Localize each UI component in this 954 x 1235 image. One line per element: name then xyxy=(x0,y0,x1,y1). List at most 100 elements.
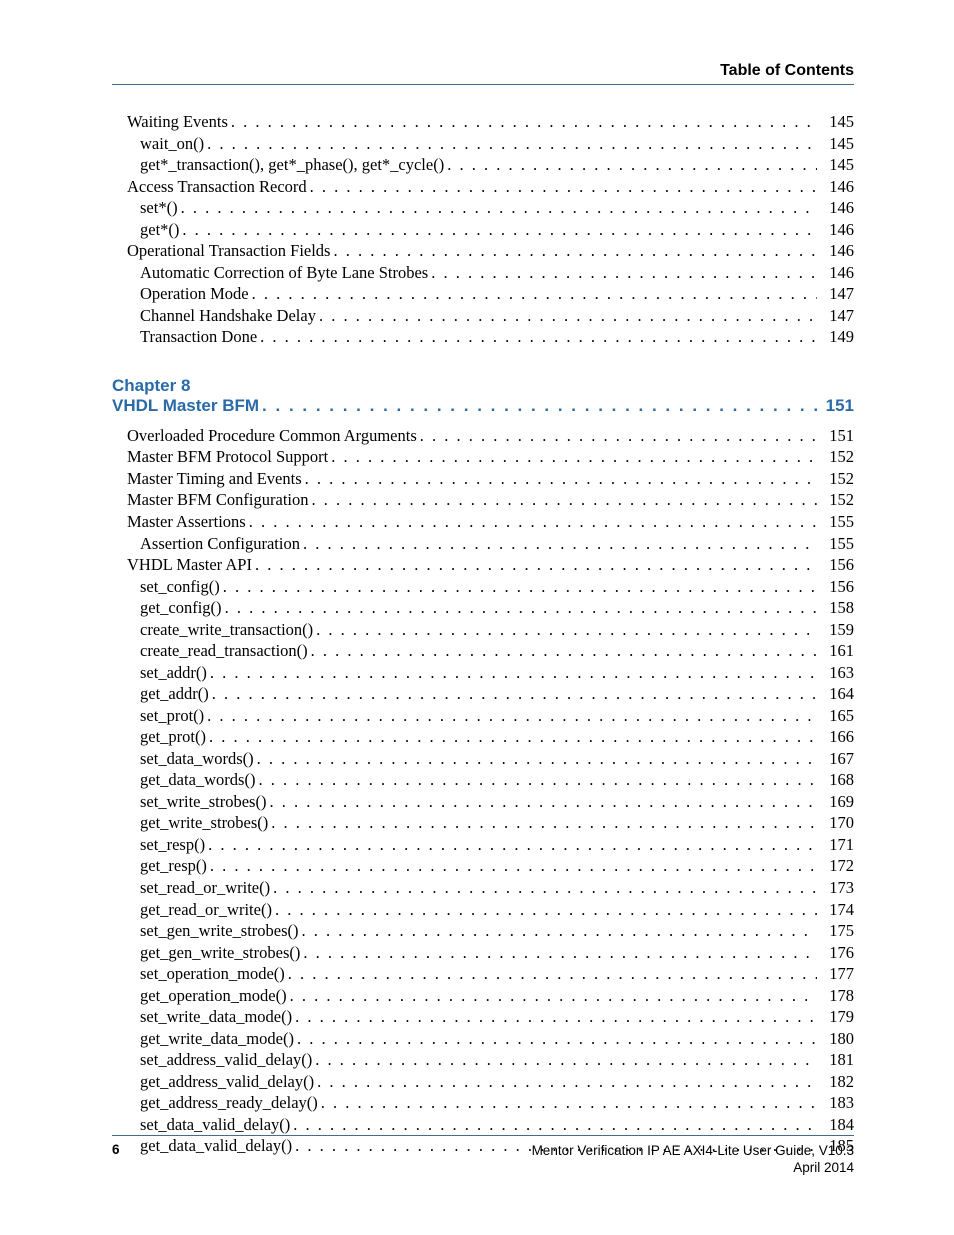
toc-entry-page: 172 xyxy=(820,855,854,877)
toc-entry[interactable]: get_address_ready_delay()183 xyxy=(112,1092,854,1114)
toc-entry-title: get*_transaction(), get*_phase(), get*_c… xyxy=(140,154,444,176)
toc-entry[interactable]: get_prot()166 xyxy=(112,726,854,748)
toc-entry[interactable]: Transaction Done149 xyxy=(112,326,854,348)
toc-entry-page: 145 xyxy=(820,133,854,155)
chapter-page-number: 151 xyxy=(820,396,854,416)
toc-entry-title: get_operation_mode() xyxy=(140,985,287,1007)
toc-entry[interactable]: set_addr()163 xyxy=(112,662,854,684)
toc-entry[interactable]: Waiting Events145 xyxy=(112,111,854,133)
toc-entry[interactable]: wait_on()145 xyxy=(112,133,854,155)
toc-entry-page: 152 xyxy=(820,489,854,511)
toc-leader-dots xyxy=(333,240,817,262)
toc-entry[interactable]: set_write_data_mode()179 xyxy=(112,1006,854,1028)
toc-entry-title: Waiting Events xyxy=(127,111,228,133)
toc-entry[interactable]: Assertion Configuration155 xyxy=(112,533,854,555)
toc-entry[interactable]: VHDL Master API156 xyxy=(112,554,854,576)
toc-entry-title: Channel Handshake Delay xyxy=(140,305,316,327)
toc-entry-title: get_data_words() xyxy=(140,769,255,791)
toc-entry-title: get_resp() xyxy=(140,855,207,877)
toc-entry-title: Assertion Configuration xyxy=(140,533,300,555)
toc-entry[interactable]: Automatic Correction of Byte Lane Strobe… xyxy=(112,262,854,284)
toc-leader-dots xyxy=(315,1049,817,1071)
toc-leader-dots xyxy=(319,305,817,327)
toc-entry[interactable]: get*_transaction(), get*_phase(), get*_c… xyxy=(112,154,854,176)
toc-entry[interactable]: set_operation_mode()177 xyxy=(112,963,854,985)
toc-entry-title: set_data_valid_delay() xyxy=(140,1114,290,1136)
toc-entry[interactable]: Access Transaction Record146 xyxy=(112,176,854,198)
toc-entry[interactable]: get_address_valid_delay() 182 xyxy=(112,1071,854,1093)
toc-entry[interactable]: set_data_words()167 xyxy=(112,748,854,770)
toc-entry[interactable]: Channel Handshake Delay147 xyxy=(112,305,854,327)
toc-entry-title: get_address_ready_delay() xyxy=(140,1092,318,1114)
toc-entry[interactable]: create_write_transaction()159 xyxy=(112,619,854,641)
toc-entry[interactable]: get_addr()164 xyxy=(112,683,854,705)
toc-entry[interactable]: Master BFM Protocol Support152 xyxy=(112,446,854,468)
toc-entry-title: Master Assertions xyxy=(127,511,246,533)
toc-entry-title: get_prot() xyxy=(140,726,206,748)
toc-entry-page: 170 xyxy=(820,812,854,834)
toc-entry-page: 178 xyxy=(820,985,854,1007)
toc-entry-title: get_addr() xyxy=(140,683,209,705)
chapter-title-row[interactable]: VHDL Master BFM 151 xyxy=(112,396,854,416)
toc-entry[interactable]: set_config()156 xyxy=(112,576,854,598)
toc-entry-page: 155 xyxy=(820,511,854,533)
toc-leader-dots xyxy=(271,812,817,834)
toc-entry-title: set_address_valid_delay() xyxy=(140,1049,312,1071)
page: Table of Contents Waiting Events145wait_… xyxy=(0,0,954,1235)
toc-leader-dots xyxy=(207,705,817,727)
toc-entry[interactable]: Master Assertions 155 xyxy=(112,511,854,533)
toc-entry-title: Transaction Done xyxy=(140,326,257,348)
toc-entry[interactable]: set_gen_write_strobes()175 xyxy=(112,920,854,942)
toc-entry-title: get_write_strobes() xyxy=(140,812,268,834)
toc-entry[interactable]: set_data_valid_delay() 184 xyxy=(112,1114,854,1136)
toc-entry[interactable]: get_resp() 172 xyxy=(112,855,854,877)
page-footer: 6 Mentor Verification IP AE AXI4-Lite Us… xyxy=(112,1135,854,1177)
footer-doc-info: Mentor Verification IP AE AXI4-Lite User… xyxy=(532,1142,854,1177)
toc-entry-page: 147 xyxy=(820,283,854,305)
toc-entry-title: set_write_strobes() xyxy=(140,791,266,813)
toc-entry[interactable]: get*()146 xyxy=(112,219,854,241)
toc-entry-page: 179 xyxy=(820,1006,854,1028)
toc-entry[interactable]: Master Timing and Events152 xyxy=(112,468,854,490)
toc-entry[interactable]: set_prot()165 xyxy=(112,705,854,727)
toc-entry[interactable]: get_data_words()168 xyxy=(112,769,854,791)
toc-entry[interactable]: Operational Transaction Fields146 xyxy=(112,240,854,262)
toc-entry-title: Automatic Correction of Byte Lane Strobe… xyxy=(140,262,428,284)
toc-entry[interactable]: get_operation_mode() 178 xyxy=(112,985,854,1007)
toc-leader-dots xyxy=(305,468,817,490)
toc-entry[interactable]: get_gen_write_strobes()176 xyxy=(112,942,854,964)
toc-entry-page: 145 xyxy=(820,154,854,176)
toc-entry-title: Operation Mode xyxy=(140,283,249,305)
toc-entry[interactable]: set_address_valid_delay()181 xyxy=(112,1049,854,1071)
toc-entry-page: 184 xyxy=(820,1114,854,1136)
toc-leader-dots xyxy=(255,554,817,576)
toc-entry-page: 146 xyxy=(820,219,854,241)
toc-entry[interactable]: set*()146 xyxy=(112,197,854,219)
toc-entry[interactable]: get_write_strobes() 170 xyxy=(112,812,854,834)
toc-leader-dots xyxy=(331,446,817,468)
toc-entry-title: create_write_transaction() xyxy=(140,619,313,641)
toc-entry[interactable]: Operation Mode 147 xyxy=(112,283,854,305)
toc-entry-page: 180 xyxy=(820,1028,854,1050)
toc-entry[interactable]: set_write_strobes()169 xyxy=(112,791,854,813)
toc-entry-page: 182 xyxy=(820,1071,854,1093)
toc-entry[interactable]: Overloaded Procedure Common Arguments151 xyxy=(112,425,854,447)
toc-entry[interactable]: Master BFM Configuration152 xyxy=(112,489,854,511)
toc-entry-page: 156 xyxy=(820,576,854,598)
toc-entry[interactable]: get_write_data_mode()180 xyxy=(112,1028,854,1050)
toc-entry[interactable]: get_read_or_write()174 xyxy=(112,899,854,921)
footer-date: April 2014 xyxy=(532,1159,854,1177)
toc-entry-page: 161 xyxy=(820,640,854,662)
toc-entry-title: Master BFM Protocol Support xyxy=(127,446,328,468)
header-title: Table of Contents xyxy=(112,62,854,80)
toc-entry[interactable]: create_read_transaction()161 xyxy=(112,640,854,662)
toc-entry[interactable]: get_config()158 xyxy=(112,597,854,619)
toc-leader-dots xyxy=(303,942,817,964)
toc-leader-dots xyxy=(225,597,817,619)
toc-entry-page: 174 xyxy=(820,899,854,921)
toc-entry[interactable]: set_resp()171 xyxy=(112,834,854,856)
toc-entry[interactable]: set_read_or_write()173 xyxy=(112,877,854,899)
toc-entry-page: 163 xyxy=(820,662,854,684)
toc-entry-page: 165 xyxy=(820,705,854,727)
toc-entry-title: get_address_valid_delay() xyxy=(140,1071,314,1093)
